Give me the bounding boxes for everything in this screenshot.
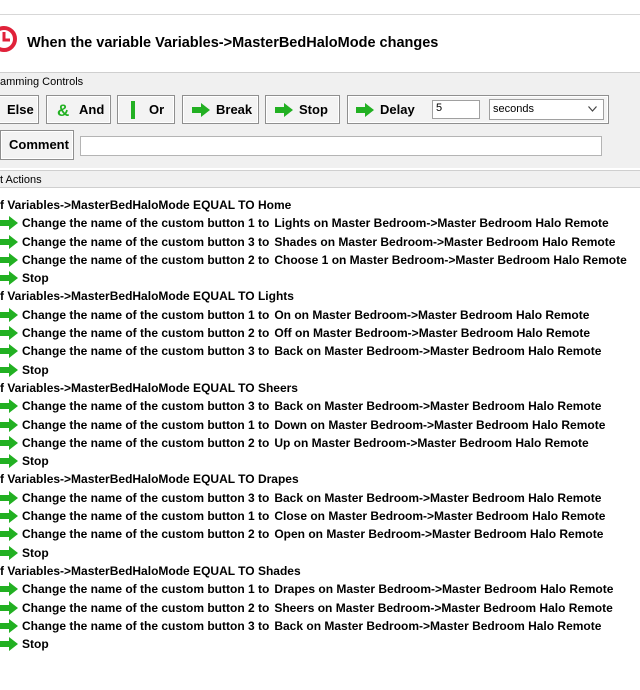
condition-text: f Variables->MasterBedHaloMode EQUAL TO … xyxy=(0,289,294,304)
action-command: Stop xyxy=(22,454,49,469)
action-target: Shades on Master Bedroom->Master Bedroom… xyxy=(274,234,616,249)
action-command: Stop xyxy=(22,637,49,652)
stop-label: Stop xyxy=(299,102,328,117)
break-button[interactable]: Break xyxy=(182,95,259,124)
action-row[interactable]: Change the name of the custom button 1 t… xyxy=(0,214,640,232)
delay-unit-value: seconds xyxy=(493,103,534,115)
actions-list: f Variables->MasterBedHaloMode EQUAL TO … xyxy=(0,196,640,653)
action-command: Change the name of the custom button 1 t… xyxy=(22,417,270,432)
condition-text: f Variables->MasterBedHaloMode EQUAL TO … xyxy=(0,472,299,487)
action-row[interactable]: Change the name of the custom button 2 t… xyxy=(0,434,640,452)
action-row[interactable]: Change the name of the custom button 1 t… xyxy=(0,580,640,598)
action-row[interactable]: Change the name of the custom button 1 t… xyxy=(0,306,640,324)
condition-row[interactable]: f Variables->MasterBedHaloMode EQUAL TO … xyxy=(0,379,640,397)
action-row[interactable]: Change the name of the custom button 3 t… xyxy=(0,489,640,507)
action-row[interactable]: Stop xyxy=(0,635,640,653)
delay-unit-select[interactable]: seconds xyxy=(489,99,604,120)
page-title: When the variable Variables->MasterBedHa… xyxy=(27,35,439,51)
action-row[interactable]: Change the name of the custom button 3 t… xyxy=(0,342,640,360)
action-row[interactable]: Change the name of the custom button 1 t… xyxy=(0,507,640,525)
action-command: Change the name of the custom button 3 t… xyxy=(22,618,270,633)
green-arrow-icon xyxy=(192,102,210,117)
action-row[interactable]: Stop xyxy=(0,269,640,287)
and-button[interactable]: & And xyxy=(46,95,111,124)
action-row[interactable]: Change the name of the custom button 3 t… xyxy=(0,233,640,251)
action-command: Change the name of the custom button 2 t… xyxy=(22,600,270,615)
action-row[interactable]: Change the name of the custom button 3 t… xyxy=(0,617,640,635)
condition-row[interactable]: f Variables->MasterBedHaloMode EQUAL TO … xyxy=(0,287,640,305)
action-command: Change the name of the custom button 2 t… xyxy=(22,252,270,267)
action-target: Sheers on Master Bedroom->Master Bedroom… xyxy=(274,600,613,615)
delay-label: Delay xyxy=(380,102,415,117)
green-arrow-icon xyxy=(0,637,18,656)
else-button[interactable]: Else xyxy=(0,95,39,124)
action-command: Stop xyxy=(22,545,49,560)
action-target: Back on Master Bedroom->Master Bedroom H… xyxy=(274,490,602,505)
actions-header: t Actions xyxy=(0,170,640,188)
action-command: Stop xyxy=(22,362,49,377)
action-command: Change the name of the custom button 1 t… xyxy=(22,582,270,597)
action-target: Up on Master Bedroom->Master Bedroom Hal… xyxy=(274,435,589,450)
action-target: Back on Master Bedroom->Master Bedroom H… xyxy=(274,344,602,359)
action-command: Stop xyxy=(22,271,49,286)
action-command: Change the name of the custom button 1 t… xyxy=(22,216,270,231)
action-command: Change the name of the custom button 2 t… xyxy=(22,435,270,450)
action-row[interactable]: Stop xyxy=(0,544,640,562)
action-command: Change the name of the custom button 1 t… xyxy=(22,307,270,322)
green-arrow-icon xyxy=(356,102,374,117)
action-row[interactable]: Change the name of the custom button 2 t… xyxy=(0,324,640,342)
condition-row[interactable]: f Variables->MasterBedHaloMode EQUAL TO … xyxy=(0,196,640,214)
action-row[interactable]: Change the name of the custom button 3 t… xyxy=(0,397,640,415)
ampersand-icon: & xyxy=(57,101,73,119)
action-command: Change the name of the custom button 2 t… xyxy=(22,326,270,341)
action-command: Change the name of the custom button 2 t… xyxy=(22,527,270,542)
action-command: Change the name of the custom button 3 t… xyxy=(22,490,270,505)
action-command: Change the name of the custom button 3 t… xyxy=(22,344,270,359)
or-label: Or xyxy=(149,102,165,117)
event-header: When the variable Variables->MasterBedHa… xyxy=(0,15,640,67)
action-row[interactable]: Stop xyxy=(0,361,640,379)
action-command: Change the name of the custom button 3 t… xyxy=(22,399,270,414)
action-target: Off on Master Bedroom->Master Bedroom Ha… xyxy=(274,326,591,341)
else-label: Else xyxy=(7,102,34,117)
action-target: On on Master Bedroom->Master Bedroom Hal… xyxy=(274,307,590,322)
condition-text: f Variables->MasterBedHaloMode EQUAL TO … xyxy=(0,380,298,395)
action-target: Drapes on Master Bedroom->Master Bedroom… xyxy=(274,582,614,597)
chevron-down-icon xyxy=(588,106,597,112)
condition-row[interactable]: f Variables->MasterBedHaloMode EQUAL TO … xyxy=(0,562,640,580)
break-label: Break xyxy=(216,102,253,117)
action-target: Close on Master Bedroom->Master Bedroom … xyxy=(274,509,606,524)
action-target: Open on Master Bedroom->Master Bedroom H… xyxy=(274,527,604,542)
action-command: Change the name of the custom button 1 t… xyxy=(22,509,270,524)
comment-button[interactable]: Comment xyxy=(0,130,74,160)
green-arrow-icon xyxy=(275,102,293,117)
stop-button[interactable]: Stop xyxy=(265,95,340,124)
app-logo-icon xyxy=(0,26,17,52)
or-button[interactable]: Or xyxy=(117,95,175,124)
action-target: Choose 1 on Master Bedroom->Master Bedro… xyxy=(274,252,627,267)
action-row[interactable]: Change the name of the custom button 2 t… xyxy=(0,525,640,543)
and-label: And xyxy=(79,102,105,117)
delay-amount-input[interactable]: 5 xyxy=(432,100,480,119)
action-target: Down on Master Bedroom->Master Bedroom H… xyxy=(274,417,606,432)
condition-row[interactable]: f Variables->MasterBedHaloMode EQUAL TO … xyxy=(0,470,640,488)
svg-text:&: & xyxy=(57,101,69,119)
action-row[interactable]: Stop xyxy=(0,452,640,470)
action-row[interactable]: Change the name of the custom button 2 t… xyxy=(0,599,640,617)
action-target: Back on Master Bedroom->Master Bedroom H… xyxy=(274,618,602,633)
action-row[interactable]: Change the name of the custom button 1 t… xyxy=(0,416,640,434)
condition-text: f Variables->MasterBedHaloMode EQUAL TO … xyxy=(0,198,292,212)
action-target: Lights on Master Bedroom->Master Bedroom… xyxy=(274,216,609,231)
action-target: Back on Master Bedroom->Master Bedroom H… xyxy=(274,399,602,414)
action-row[interactable]: Change the name of the custom button 2 t… xyxy=(0,251,640,269)
condition-text: f Variables->MasterBedHaloMode EQUAL TO … xyxy=(0,563,301,578)
comment-input[interactable] xyxy=(80,136,602,156)
action-command: Change the name of the custom button 3 t… xyxy=(22,234,270,249)
or-bar-icon xyxy=(131,100,136,119)
